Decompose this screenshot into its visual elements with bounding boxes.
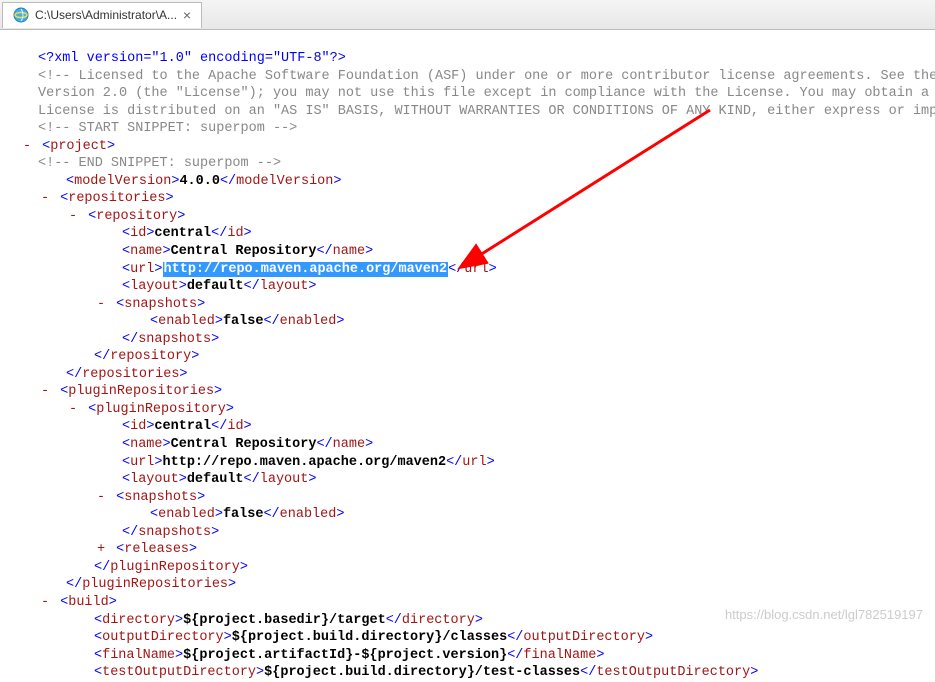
collapse-toggle[interactable]: -	[94, 489, 108, 507]
plugin-repository-tag: pluginRepository	[96, 402, 226, 417]
project-tag: project	[50, 139, 107, 154]
model-version-tag: modelVersion	[74, 174, 171, 189]
watermark: https://blog.csdn.net/lgl782519197	[725, 607, 923, 622]
test-output-dir-tag: testOutputDirectory	[102, 665, 256, 680]
id-tag: id	[130, 226, 146, 241]
url-value: http://repo.maven.apache.org/maven2	[163, 455, 447, 470]
ie-icon	[13, 7, 29, 23]
enabled-tag: enabled	[158, 314, 215, 329]
directory-tag: directory	[102, 613, 175, 628]
collapse-toggle[interactable]: -	[38, 383, 52, 401]
test-output-dir-value: ${project.build.directory}/test-classes	[264, 665, 580, 680]
expand-toggle[interactable]: +	[94, 541, 108, 559]
tab-title: C:\Users\Administrator\A...	[35, 8, 177, 22]
collapse-toggle[interactable]: -	[66, 401, 80, 419]
collapse-toggle[interactable]: -	[38, 594, 52, 612]
tab-bar: C:\Users\Administrator\A... ×	[0, 0, 935, 30]
build-tag: build	[68, 595, 109, 610]
xml-viewer: <?xml version="1.0" encoding="UTF-8"?> <…	[0, 30, 935, 682]
collapse-toggle[interactable]: -	[20, 138, 34, 156]
name-tag: name	[130, 244, 162, 259]
model-version-value: 4.0.0	[179, 174, 220, 189]
comment: License is distributed on an "AS IS" BAS…	[38, 104, 935, 119]
close-icon[interactable]: ×	[183, 7, 191, 23]
comment: <!-- END SNIPPET: superpom -->	[38, 156, 281, 171]
collapse-toggle[interactable]: -	[94, 296, 108, 314]
repositories-tag: repositories	[68, 191, 165, 206]
directory-value: ${project.basedir}/target	[183, 613, 386, 628]
comment: <!-- START SNIPPET: superpom -->	[38, 121, 297, 136]
snapshots-tag: snapshots	[124, 297, 197, 312]
collapse-toggle[interactable]: -	[66, 208, 80, 226]
final-name-tag: finalName	[102, 648, 175, 663]
collapse-toggle[interactable]: -	[38, 190, 52, 208]
browser-tab[interactable]: C:\Users\Administrator\A... ×	[2, 2, 202, 28]
url-value-highlighted[interactable]: http://repo.maven.apache.org/maven2	[163, 262, 449, 277]
output-directory-value: ${project.build.directory}/classes	[232, 630, 507, 645]
plugin-repositories-tag: pluginRepositories	[68, 384, 214, 399]
comment: <!-- Licensed to the Apache Software Fou…	[38, 69, 935, 84]
comment: Version 2.0 (the "License"); you may not…	[38, 86, 935, 101]
id-value: central	[154, 226, 211, 241]
repository-tag: repository	[96, 209, 177, 224]
enabled-value: false	[223, 314, 264, 329]
url-tag: url	[130, 262, 154, 277]
xml-declaration: <?xml version="1.0" encoding="UTF-8"?>	[38, 51, 346, 66]
output-directory-tag: outputDirectory	[102, 630, 224, 645]
name-value: Central Repository	[171, 244, 317, 259]
layout-tag: layout	[130, 279, 179, 294]
final-name-value: ${project.artifactId}-${project.version}	[183, 648, 507, 663]
layout-value: default	[187, 279, 244, 294]
releases-tag: releases	[124, 542, 189, 557]
